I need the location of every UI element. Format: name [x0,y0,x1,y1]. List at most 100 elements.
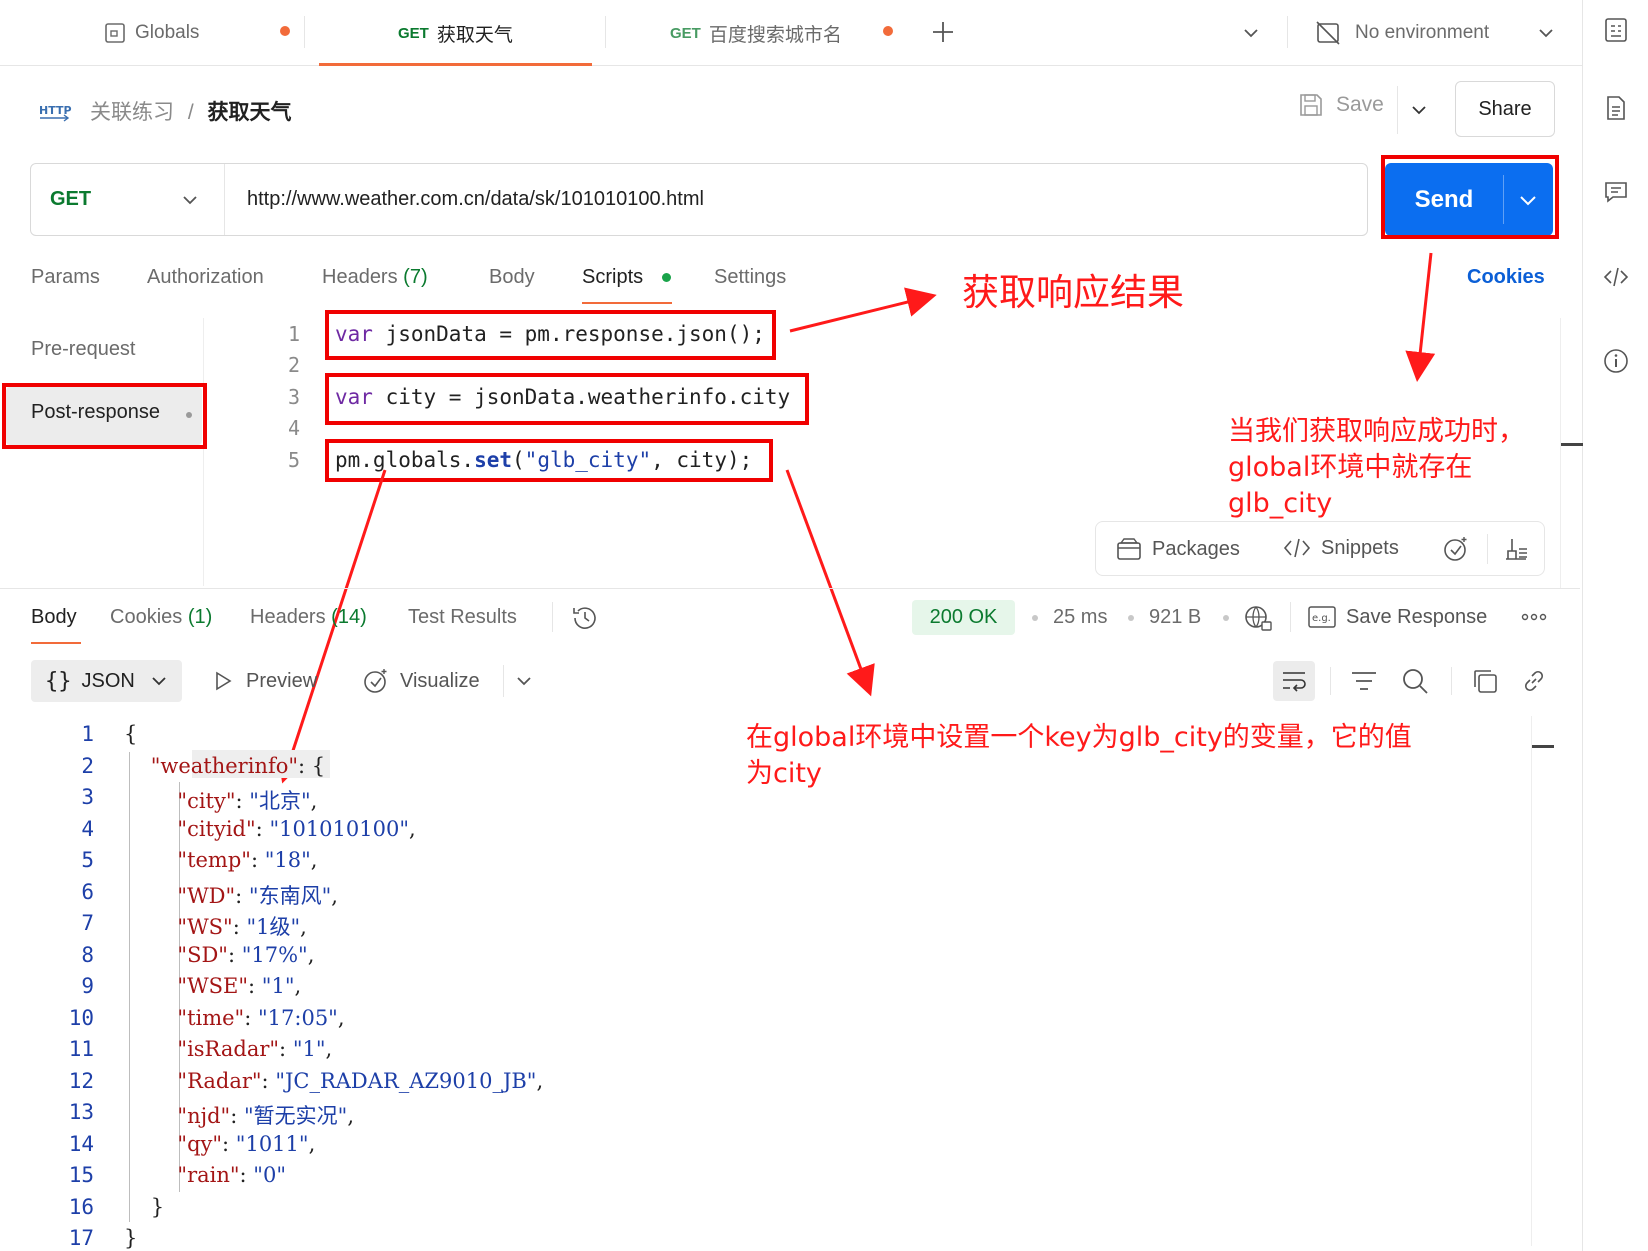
visualize-chevron-down-icon[interactable] [514,671,534,691]
tab-method: GET [398,24,429,42]
info-icon[interactable] [1602,347,1630,375]
annotation-line: global环境中就存在 [1228,452,1473,483]
share-button[interactable]: Share [1455,81,1555,137]
breadcrumb: 关联练习 / 获取天气 [90,96,292,126]
json-line-number: 13 [68,1100,94,1124]
json-line: "isRadar": "1", [177,1037,333,1061]
clear-script-icon[interactable] [1502,535,1530,563]
packages-label: Packages [1152,537,1240,560]
environment-quick-look-icon[interactable] [1602,16,1630,44]
ai-assist-icon[interactable] [1442,535,1470,563]
tab-body[interactable]: Body [489,262,535,292]
preview-button[interactable]: Preview [212,665,317,697]
json-line: "weatherinfo": { [150,753,326,778]
highlight-code-line-3 [325,373,809,425]
response-time[interactable]: 25 ms [1053,602,1107,632]
arrow-to-success-note [1405,252,1436,382]
url-input[interactable]: http://www.weather.com.cn/data/sk/101010… [247,164,704,235]
response-tab-cookies[interactable]: Cookies (1) [110,602,212,632]
method-chevron-down-icon [179,189,201,211]
annotation-response-result: 获取响应结果 [962,271,1184,314]
link-icon[interactable] [1520,667,1548,695]
json-line: "WS": "1级", [177,915,307,939]
save-button[interactable]: Save [1298,92,1384,118]
tab-separator [304,16,305,48]
annotation-line: 为city [746,758,822,789]
response-tab-headers-label: Headers [250,606,326,628]
snippets-label: Snippets [1321,536,1399,559]
more-options-icon[interactable] [1521,606,1547,628]
save-label: Save [1336,93,1384,116]
page-title[interactable]: 获取天气 [208,101,292,124]
tab-get-weather[interactable]: GET 获取天气 [398,0,513,66]
tab-method: GET [670,24,701,42]
tab-scripts[interactable]: Scripts [582,262,643,292]
viewer-scrollbar-thumb[interactable] [1532,745,1554,748]
method-select[interactable]: GET [31,164,225,235]
divider [1397,86,1398,134]
environment-chevron-down-icon[interactable] [1535,22,1557,44]
tab-globals[interactable]: Globals [103,0,199,66]
json-line-number: 11 [68,1037,94,1061]
code-snippet-icon[interactable] [1602,263,1630,291]
visualize-sparkle-icon [362,667,390,695]
history-icon[interactable] [570,603,600,633]
json-line: "cityid": "101010100", [177,816,416,841]
divider [503,665,504,697]
breadcrumb-collection[interactable]: 关联练习 [90,101,174,124]
method-label: GET [50,188,92,210]
snippets-button[interactable]: Snippets [1283,536,1399,560]
response-tab-body[interactable]: Body [31,602,77,632]
save-options-chevron-down-icon[interactable] [1408,99,1430,121]
tab-globals-label: Globals [135,22,200,43]
new-tab-icon[interactable] [929,18,957,46]
wrap-lines-icon [1281,669,1307,693]
save-response-button[interactable]: e.g. Save Response [1308,602,1487,632]
tab-authorization[interactable]: Authorization [147,262,264,292]
environment-selector[interactable]: No environment [1315,0,1489,66]
divider [552,602,553,632]
network-globe-icon[interactable] [1243,603,1273,633]
tab-scripts-label: Scripts [582,266,644,288]
cookies-link[interactable]: Cookies [1467,262,1545,292]
response-tab-headers[interactable]: Headers (14) [250,602,367,632]
copy-icon[interactable] [1471,667,1499,695]
status-badge[interactable]: 200 OK [912,600,1015,635]
scripts-active-dot [662,273,671,282]
documentation-icon[interactable] [1602,94,1630,122]
comments-icon[interactable] [1602,178,1630,206]
tab-settings[interactable]: Settings [714,262,786,292]
url-bar: GET http://www.weather.com.cn/data/sk/10… [30,163,1368,236]
tab-baidu-search[interactable]: GET 百度搜索城市名 [670,0,842,66]
active-tab-underline [582,302,672,304]
tabs-overflow-chevron-down-icon[interactable] [1240,22,1262,44]
format-select[interactable]: {} JSON [31,660,182,702]
example-icon: e.g. [1308,606,1336,628]
tab-headers[interactable]: Headers (7) [322,262,428,292]
annotation-set-note: 在global环境中设置一个key为glb_city的变量，它的值 为city [746,720,1412,792]
response-divider[interactable] [0,588,1580,589]
wrap-lines-button[interactable] [1273,661,1315,701]
json-line-number: 10 [68,1005,94,1030]
environment-label: No environment [1355,22,1490,43]
highlight-send [1381,155,1559,239]
json-line-number: 12 [68,1068,94,1093]
tab-baidu-search-label: 百度搜索城市名 [708,24,842,46]
json-line-number: 3 [81,785,94,809]
response-tab-test-results[interactable]: Test Results [408,602,517,632]
visualize-button[interactable]: Visualize [362,665,480,697]
tab-params[interactable]: Params [31,262,100,292]
filter-icon[interactable] [1350,668,1378,694]
divider [1487,534,1488,564]
line-number: 2 [287,353,300,377]
tab-get-weather-label: 获取天气 [436,24,513,46]
annotation-success-note: 当我们获取响应成功时， global环境中就存在 glb_city [1228,414,1525,522]
packages-button[interactable]: Packages [1116,536,1240,562]
response-size[interactable]: 921 B [1149,602,1201,632]
preview-label: Preview [246,669,318,692]
search-icon[interactable] [1400,666,1430,696]
editor-scrollbar-thumb[interactable] [1561,443,1583,446]
tab-bar: Globals GET 获取天气 GET 百度搜索城市名 No environm… [0,0,1648,66]
tab-separator [605,16,606,48]
line-number: 5 [287,448,300,472]
